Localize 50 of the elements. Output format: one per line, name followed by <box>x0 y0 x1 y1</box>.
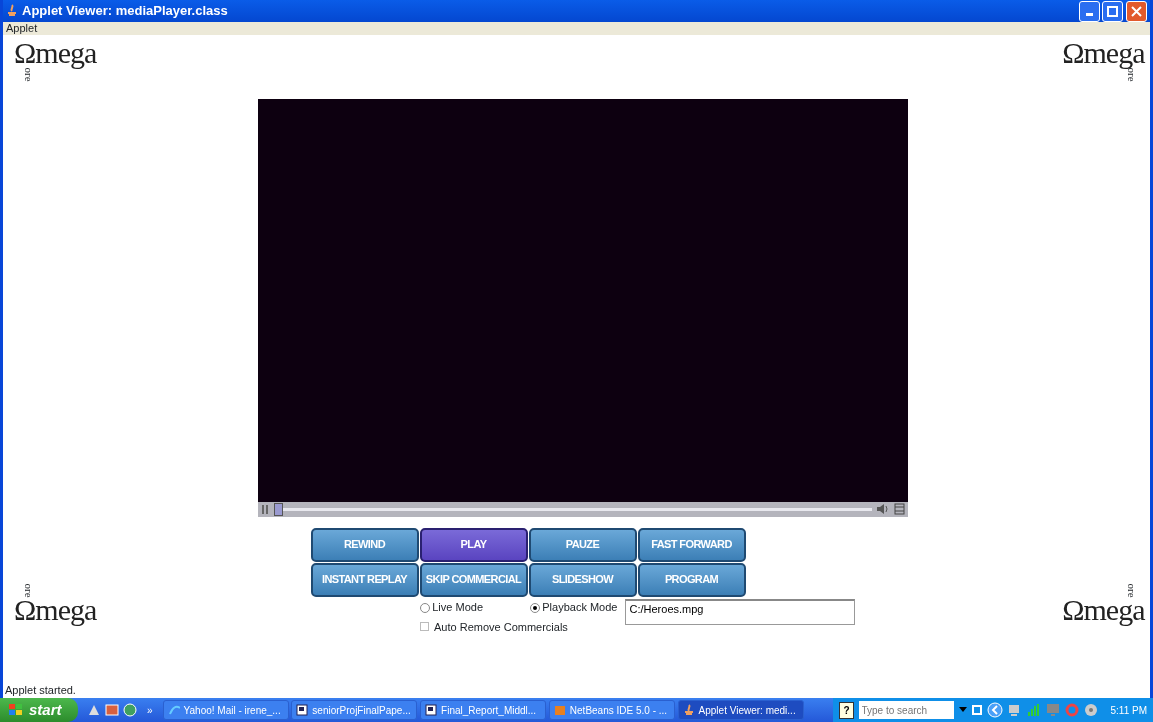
radio-label: Playback Mode <box>542 600 618 616</box>
java-icon <box>6 4 18 18</box>
minimize-icon <box>1085 12 1093 16</box>
taskbar-button[interactable]: Yahoo! Mail - irene_... <box>162 700 289 720</box>
checkbox-label: Auto Remove Commercials <box>434 619 568 635</box>
overflow-button[interactable]: » <box>147 702 153 718</box>
java-icon <box>682 704 695 716</box>
status-text: Applet started. <box>5 683 76 696</box>
taskbar-button[interactable]: Final_Report_Middl... <box>420 700 547 720</box>
disc-icon[interactable] <box>1083 703 1098 717</box>
clock: 5:11 PM <box>1110 703 1147 718</box>
player-button[interactable]: SKIP COMMERCIAL <box>419 562 528 597</box>
close-button[interactable] <box>1126 0 1147 22</box>
player-button[interactable]: REWIND <box>310 527 419 562</box>
search-field[interactable]: Type to search <box>858 701 954 719</box>
file-path-field[interactable]: C:/Heroes.mpg <box>624 599 855 626</box>
minimize-button[interactable] <box>1078 0 1100 22</box>
radio-button[interactable] <box>529 602 540 613</box>
player-button[interactable]: PLAY <box>419 527 528 562</box>
checkbox[interactable] <box>419 622 429 632</box>
player-button[interactable]: INSTANT REPLAY <box>310 562 419 597</box>
document-icon <box>296 704 309 716</box>
player-button[interactable]: PAUZE <box>528 527 637 562</box>
taskbar-button[interactable]: seniorProjFinalPape... <box>291 700 418 720</box>
help-button[interactable]: ? <box>839 701 854 719</box>
document-icon <box>425 704 438 716</box>
computer-icon[interactable] <box>1007 703 1022 717</box>
menu-item[interactable]: Applet <box>6 22 38 34</box>
seek-thumb[interactable] <box>274 502 283 516</box>
maximize-icon <box>1107 5 1119 17</box>
windows-logo-icon <box>8 703 24 717</box>
speaker-icon[interactable] <box>876 503 890 516</box>
radio-label: Live Mode <box>432 600 483 616</box>
taskbar-button[interactable]: NetBeans IDE 5.0 - ... <box>548 700 675 720</box>
player-button[interactable]: SLIDESHOW <box>528 562 637 597</box>
close-icon <box>1131 5 1142 17</box>
box-icon <box>553 704 566 716</box>
maximize-button[interactable] <box>1102 0 1124 22</box>
radio-button[interactable] <box>419 602 430 613</box>
pause-icon[interactable] <box>261 504 270 515</box>
player-button[interactable]: PROGRAM <box>637 562 746 597</box>
dropdown-icon[interactable] <box>958 707 967 713</box>
logo: Ωmega ore <box>14 584 98 625</box>
logo: Ωmega ore <box>1061 584 1145 625</box>
start-button[interactable]: start <box>0 698 78 722</box>
player-button[interactable]: FAST FORWARD <box>637 527 746 562</box>
chevron-icon[interactable] <box>986 702 1003 718</box>
taskbar-button[interactable]: Applet Viewer: medi... <box>677 700 804 720</box>
window-title: Applet Viewer: mediaPlayer.class <box>22 2 228 21</box>
window-icon[interactable] <box>971 705 982 715</box>
